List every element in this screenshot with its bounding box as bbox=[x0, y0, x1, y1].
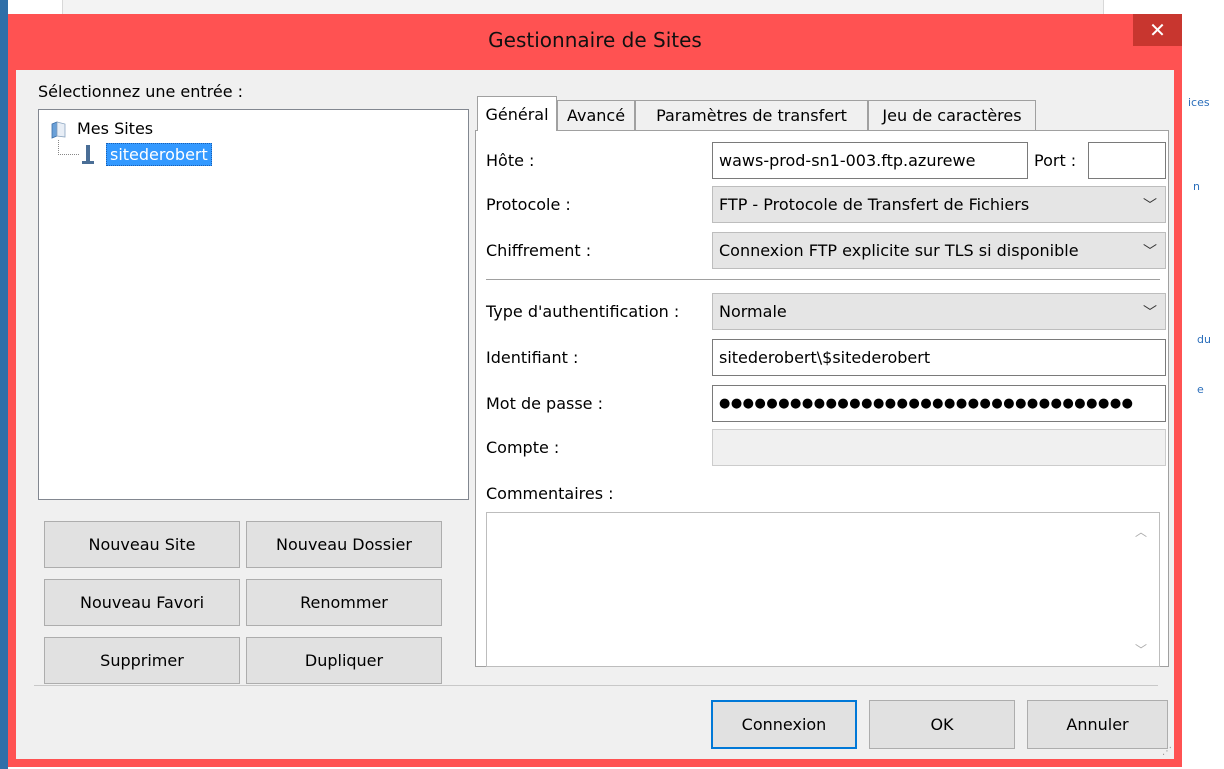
new-folder-button[interactable]: Nouveau Dossier bbox=[246, 521, 442, 568]
user-input[interactable]: sitederobert\$sitederobert bbox=[712, 339, 1166, 376]
section-divider bbox=[486, 279, 1160, 280]
background-app-top bbox=[62, 0, 1104, 14]
new-bookmark-button[interactable]: Nouveau Favori bbox=[44, 579, 240, 626]
tab-charset[interactable]: Jeu de caractères bbox=[868, 100, 1036, 130]
ok-button[interactable]: OK bbox=[869, 700, 1015, 749]
encryption-select[interactable]: Connexion FTP explicite sur TLS si dispo… bbox=[712, 232, 1166, 269]
site-tree[interactable]: Mes Sites sitederobert bbox=[38, 109, 469, 500]
dialog-client-area: Sélectionnez une entrée : Mes Sites site… bbox=[16, 70, 1174, 759]
cancel-button[interactable]: Annuler bbox=[1027, 700, 1168, 749]
folder-icon bbox=[51, 121, 66, 139]
protocol-label: Protocole : bbox=[486, 195, 571, 214]
dialog-title: Gestionnaire de Sites bbox=[488, 28, 702, 52]
background-link-2[interactable]: n bbox=[1193, 180, 1200, 193]
scroll-up-icon[interactable]: ︿ bbox=[1135, 523, 1147, 540]
chevron-down-icon: ﹀ bbox=[1143, 243, 1157, 260]
host-input[interactable]: waws-prod-sn1-003.ftp.azurewe bbox=[712, 142, 1028, 179]
comments-textarea[interactable]: ︿ ﹀ bbox=[486, 512, 1160, 667]
new-site-button[interactable]: Nouveau Site bbox=[44, 521, 240, 568]
protocol-select[interactable]: FTP - Protocole de Transfert de Fichiers… bbox=[712, 186, 1166, 223]
background-link-4[interactable]: e bbox=[1197, 383, 1204, 396]
password-label: Mot de passe : bbox=[486, 394, 603, 413]
user-label: Identifiant : bbox=[486, 348, 579, 367]
port-input[interactable] bbox=[1088, 142, 1166, 179]
chevron-down-icon: ﹀ bbox=[1143, 304, 1157, 321]
host-label: Hôte : bbox=[486, 151, 535, 170]
auth-type-label: Type d'authentification : bbox=[486, 302, 680, 321]
scroll-down-icon[interactable]: ﹀ bbox=[1135, 641, 1147, 658]
tree-item-sitederobert[interactable]: sitederobert bbox=[106, 143, 212, 166]
select-entry-label: Sélectionnez une entrée : bbox=[38, 82, 244, 101]
close-icon: ✕ bbox=[1149, 18, 1166, 42]
general-tab-panel: Hôte : waws-prod-sn1-003.ftp.azurewe Por… bbox=[475, 130, 1169, 667]
tab-advanced[interactable]: Avancé bbox=[557, 100, 635, 130]
encryption-value: Connexion FTP explicite sur TLS si dispo… bbox=[719, 241, 1079, 260]
footer-divider bbox=[34, 685, 1158, 686]
tree-root-mes-sites[interactable]: Mes Sites bbox=[77, 119, 153, 138]
tree-connector bbox=[58, 140, 79, 155]
chevron-down-icon: ﹀ bbox=[1143, 197, 1157, 214]
resize-grip-icon[interactable]: ⋰ bbox=[1162, 746, 1172, 757]
connect-button[interactable]: Connexion bbox=[711, 700, 857, 749]
auth-type-select[interactable]: Normale ﹀ bbox=[712, 293, 1166, 330]
port-label: Port : bbox=[1034, 151, 1077, 170]
site-manager-dialog: Gestionnaire de Sites ✕ Sélectionnez une… bbox=[8, 14, 1182, 767]
title-bar[interactable]: Gestionnaire de Sites ✕ bbox=[8, 14, 1182, 70]
delete-button[interactable]: Supprimer bbox=[44, 637, 240, 684]
rename-button[interactable]: Renommer bbox=[246, 579, 442, 626]
encryption-label: Chiffrement : bbox=[486, 241, 592, 260]
background-link-3[interactable]: du bbox=[1197, 333, 1211, 346]
account-label: Compte : bbox=[486, 438, 560, 457]
duplicate-button[interactable]: Dupliquer bbox=[246, 637, 442, 684]
password-input[interactable]: ●●●●●●●●●●●●●●●●●●●●●●●●●●●●●●●●●●● bbox=[712, 385, 1166, 422]
tab-transfer-settings[interactable]: Paramètres de transfert bbox=[635, 100, 868, 130]
comments-label: Commentaires : bbox=[486, 484, 614, 503]
background-app-strip bbox=[0, 0, 8, 769]
tab-general[interactable]: Général bbox=[477, 96, 557, 131]
protocol-value: FTP - Protocole de Transfert de Fichiers bbox=[719, 195, 1030, 214]
server-icon bbox=[82, 145, 94, 164]
auth-type-value: Normale bbox=[719, 302, 787, 321]
close-button[interactable]: ✕ bbox=[1133, 14, 1182, 46]
account-input bbox=[712, 429, 1166, 466]
background-link-1[interactable]: ices bbox=[1188, 96, 1210, 109]
